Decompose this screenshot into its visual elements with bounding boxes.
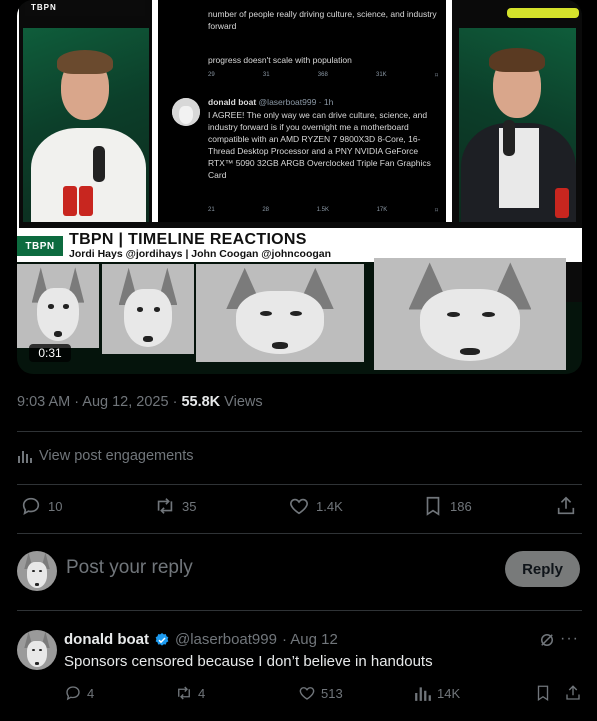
host-right-camera	[459, 28, 576, 222]
divider	[17, 484, 582, 485]
video-player[interactable]: TBPN number of people really driving cul…	[17, 0, 582, 374]
dog-image-1	[17, 264, 99, 348]
repost-action[interactable]: 35	[154, 495, 196, 517]
share-icon	[557, 496, 575, 515]
comment-header: donald boat @laserboat999 · Aug 12	[64, 631, 338, 648]
user-avatar[interactable]	[17, 551, 57, 591]
share-action[interactable]	[555, 495, 577, 517]
post-action-bar: 10 35 1.4K 186	[20, 495, 582, 523]
repost-icon	[178, 686, 190, 700]
comment-like-action[interactable]: 513	[298, 684, 343, 702]
grok-icon[interactable]	[538, 631, 556, 649]
repost-icon	[157, 498, 173, 514]
reply-input[interactable]: Post your reply	[66, 557, 193, 579]
bookmark-icon	[537, 685, 549, 702]
lower-third-title: TBPN | TIMELINE REACTIONS	[69, 231, 307, 248]
tbpn-logo: TBPN	[17, 236, 63, 256]
reply-button[interactable]: Reply	[505, 551, 580, 587]
comment-handle[interactable]: @laserboat999	[175, 631, 277, 648]
host-left-camera	[23, 28, 149, 222]
share-icon	[566, 685, 580, 700]
divider	[17, 610, 582, 611]
like-action[interactable]: 1.4K	[288, 495, 343, 517]
post-timestamp: 9:03 AM · Aug 12, 2025 · 55.8K Views	[17, 394, 263, 410]
comment-author-name[interactable]: donald boat	[64, 631, 149, 648]
verified-badge-icon	[155, 632, 169, 646]
divider	[17, 431, 582, 432]
dog-image-3	[196, 264, 364, 362]
analytics-icon	[415, 687, 431, 701]
comment-text: Sponsors censored because I don’t believ…	[64, 653, 433, 670]
lower-third: TBPN TBPN | TIMELINE REACTIONS Jordi Hay…	[17, 228, 582, 262]
comment-views-action[interactable]: 14K	[414, 684, 460, 702]
bookmark-icon	[426, 496, 440, 516]
more-options-icon[interactable]: ···	[560, 630, 579, 648]
embedded-tweet-counts-1: 29 31 368 31K ⌑	[208, 72, 438, 79]
overlay-tag: TBPN	[25, 0, 145, 16]
lower-third-subtitle: Jordi Hays @jordihays | John Coogan @joh…	[69, 248, 332, 260]
reply-icon	[22, 497, 40, 515]
analytics-icon	[18, 451, 32, 463]
views-count: 55.8K	[181, 394, 221, 410]
embedded-tweet: number of people really driving culture,…	[152, 0, 452, 222]
dog-image-2	[102, 264, 194, 354]
heart-icon	[299, 687, 315, 700]
comment-share-action[interactable]	[564, 684, 582, 702]
video-duration-badge: 0:31	[29, 344, 71, 362]
comment-repost-action[interactable]: 4	[175, 684, 205, 702]
video-frame: TBPN number of people really driving cul…	[17, 0, 582, 228]
embedded-avatar	[172, 98, 200, 126]
heart-icon	[290, 498, 308, 515]
reply-action[interactable]: 10	[20, 495, 62, 517]
overlay-pill	[507, 8, 579, 18]
comment-action-bar: 4 4 513 14K	[64, 684, 582, 706]
comment-date[interactable]: · Aug 12	[282, 631, 338, 648]
view-engagements-link[interactable]: View post engagements	[17, 448, 194, 464]
comment-bookmark-action[interactable]	[534, 684, 552, 702]
comment-reply-action[interactable]: 4	[64, 684, 94, 702]
divider	[17, 533, 582, 534]
bookmark-action[interactable]: 186	[422, 495, 472, 517]
reply-icon	[66, 686, 80, 701]
comment-avatar[interactable]	[17, 630, 57, 670]
dog-image-4	[374, 258, 566, 370]
embedded-tweet-counts-2: 21 28 1.5K 17K ⌑	[208, 207, 438, 214]
